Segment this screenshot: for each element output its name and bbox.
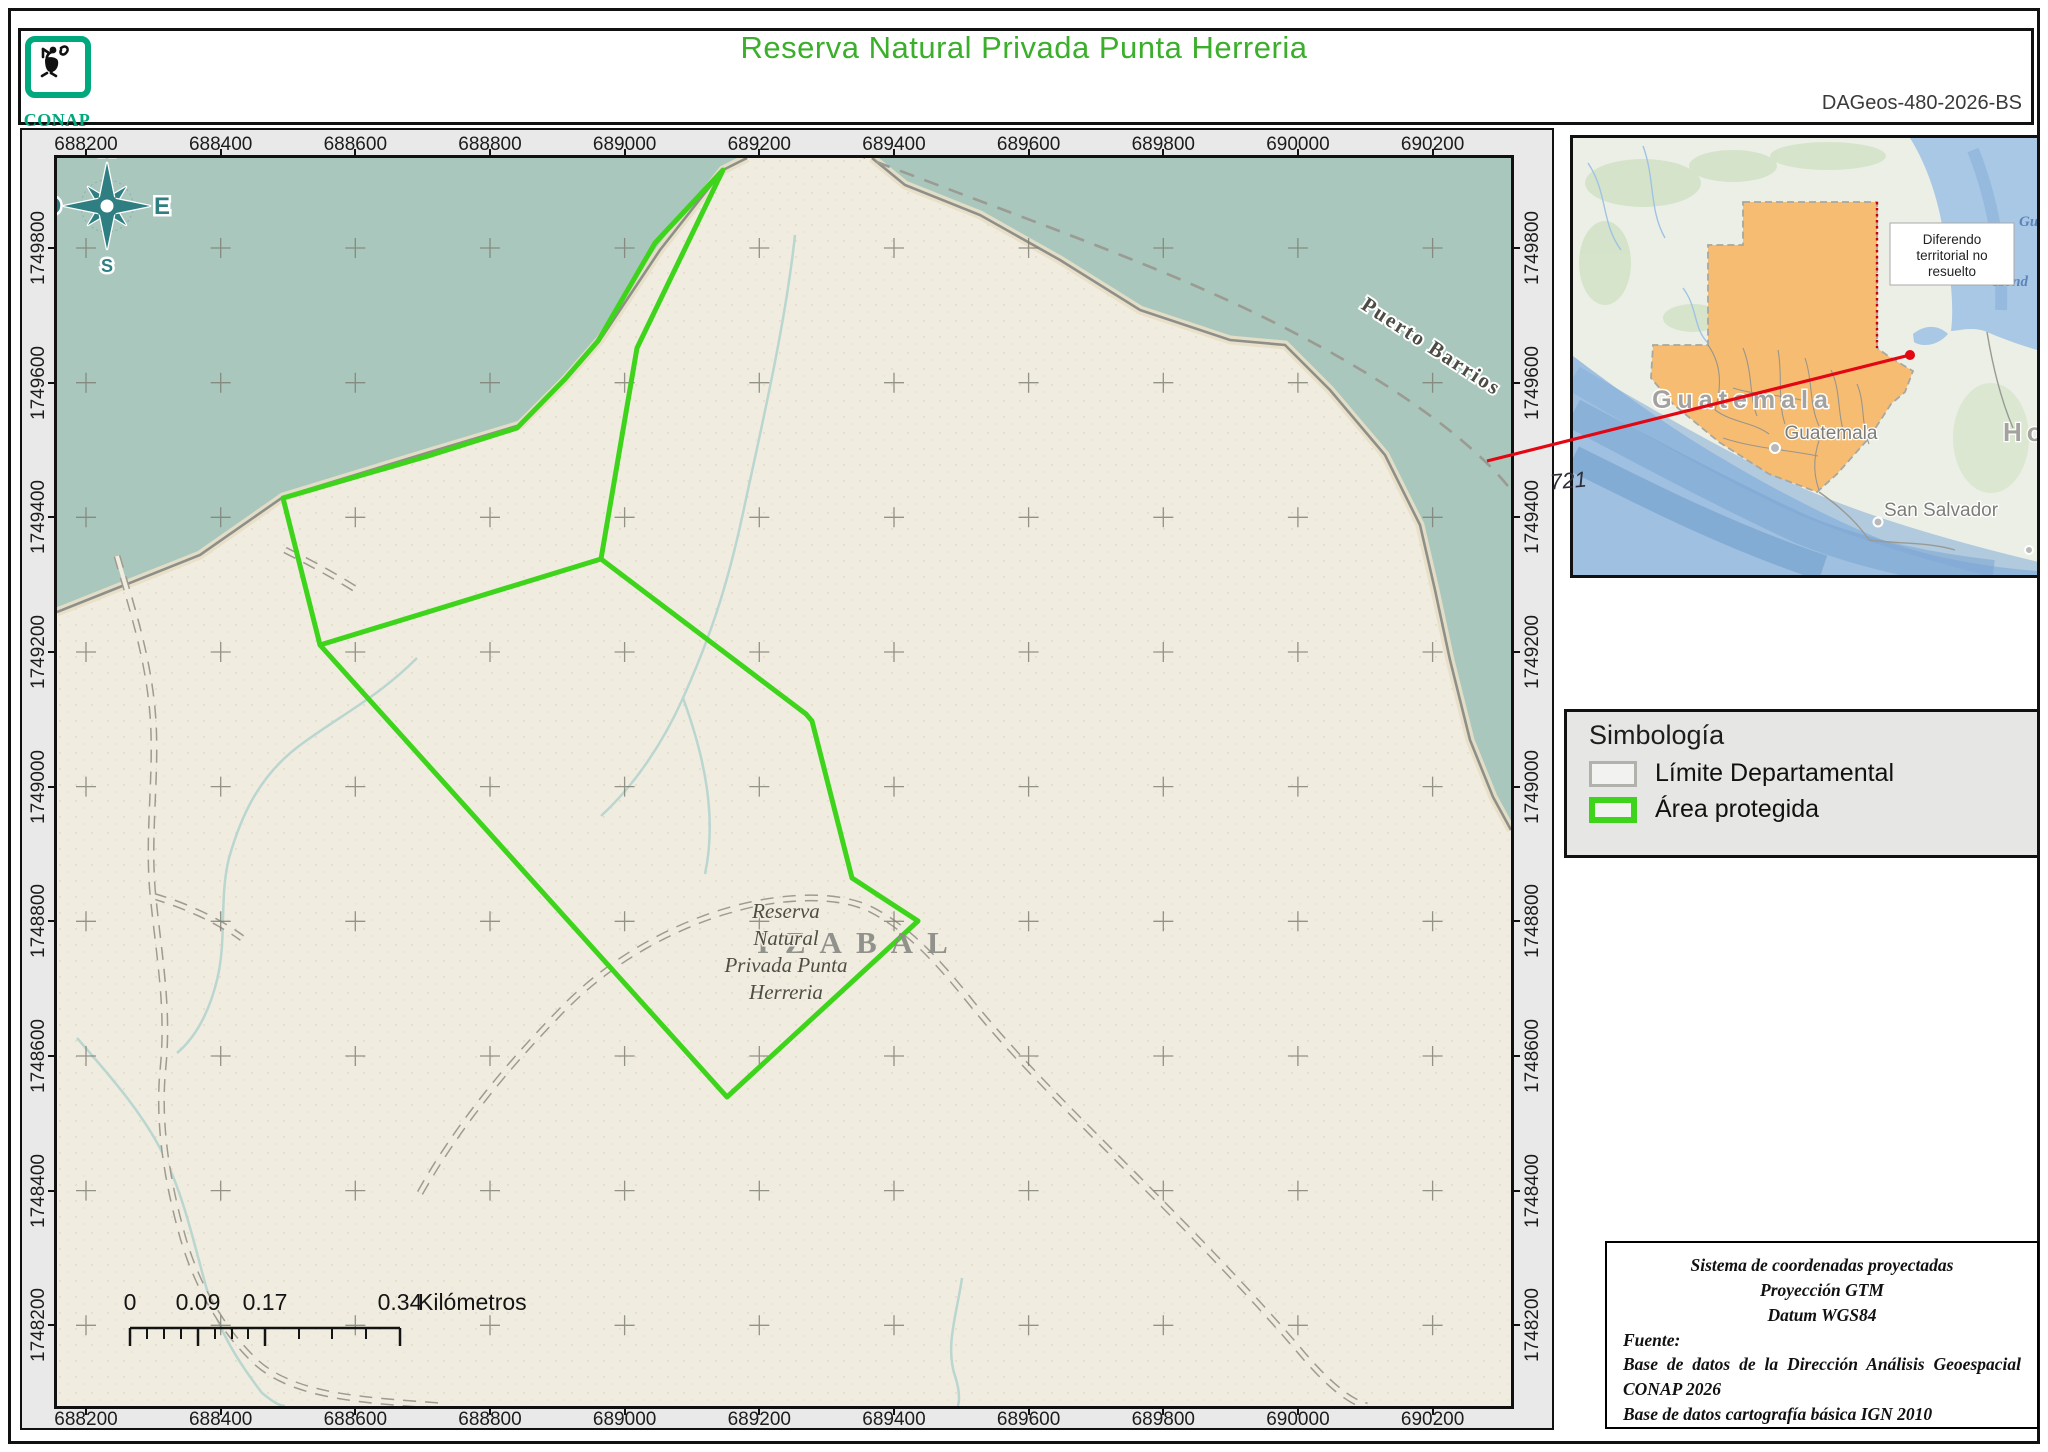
crs-line: Proyección GTM — [1623, 1278, 2021, 1303]
crs-line: Datum WGS84 — [1623, 1303, 2021, 1328]
axis-tick-label: 1748800 — [1522, 884, 1544, 958]
legend: Simbología Límite Departamental Área pro… — [1564, 709, 2040, 858]
axis-tick-label: 1749400 — [28, 480, 50, 554]
axis-tick-label: 1749000 — [28, 750, 50, 824]
legend-item-label: Área protegida — [1655, 795, 1819, 824]
axis-tick-label: 1749800 — [1522, 211, 1544, 285]
scale-034: 0.34 — [378, 1289, 423, 1315]
scale-009: 0.09 — [176, 1289, 221, 1315]
axis-tick-label: 1749400 — [1522, 480, 1544, 554]
legend-title: Simbología — [1589, 720, 2037, 751]
inset-water-label2: Gu — [2019, 214, 2037, 230]
svg-text:Natural: Natural — [752, 926, 819, 950]
compass-e: E — [154, 193, 170, 220]
route-number-label: 721 — [1549, 466, 1588, 495]
scale-0: 0 — [124, 1289, 137, 1315]
svg-text:Reserva: Reserva — [751, 899, 820, 923]
legend-item-protected: Área protegida — [1589, 795, 2037, 824]
axis-tick-label: 1748200 — [1522, 1288, 1544, 1362]
inset-country-label: Guatemala — [1652, 386, 1834, 414]
compass-s: S — [101, 256, 113, 276]
inset-honduras-label: Ho — [2003, 417, 2037, 447]
axis-tick-label: 1748400 — [28, 1154, 50, 1228]
axis-tick-label: 1748800 — [28, 884, 50, 958]
axis-tick-label: 1749200 — [28, 615, 50, 689]
scale-017: 0.17 — [243, 1289, 288, 1315]
territorial-note: Diferendo territorial no resuelto — [1890, 223, 2014, 285]
page-title: Reserva Natural Privada Punta Herreria — [0, 30, 2048, 66]
source-line: Base de datos cartografía básica IGN 201… — [1623, 1402, 2021, 1427]
inset-locator-map: Guatemala Guatemala San Salvador Ho Hond… — [1570, 135, 2040, 578]
compass-w: O — [57, 193, 61, 220]
document-id: DAGeos-480-2026-BS — [1822, 92, 2022, 115]
source-line: Base de datos de la Dirección Análisis G… — [1623, 1352, 2021, 1402]
reserve-location-dot — [1906, 351, 1915, 360]
legend-item-departmental: Límite Departamental — [1589, 759, 2037, 788]
crs-line: Sistema de coordenadas proyectadas — [1623, 1253, 2021, 1278]
axis-tick-label: 1749200 — [1522, 615, 1544, 689]
axis-tick-label: 1749000 — [1522, 750, 1544, 824]
protected-area-swatch — [1589, 797, 1637, 823]
coordinate-system-info: Sistema de coordenadas proyectadas Proye… — [1605, 1241, 2039, 1429]
axis-tick-label: 1749800 — [28, 211, 50, 285]
axis-tick-label: 1749600 — [1522, 346, 1544, 420]
legend-item-label: Límite Departamental — [1655, 759, 1894, 788]
axis-tick-label: 1748600 — [1522, 1019, 1544, 1093]
compass-n: N — [98, 158, 115, 162]
svg-text:Herreria: Herreria — [748, 980, 823, 1004]
departmental-limit-swatch — [1589, 761, 1637, 787]
svg-text:resuelto: resuelto — [1928, 264, 1976, 279]
axis-tick-label: 1749600 — [28, 346, 50, 420]
svg-text:Diferendo: Diferendo — [1923, 232, 1982, 247]
axis-tick-label: 1748400 — [1522, 1154, 1544, 1228]
axis-tick-label: 1748200 — [28, 1288, 50, 1362]
svg-text:Privada Punta: Privada Punta — [723, 953, 847, 977]
main-map: I Z A B A L Reserva Natural Privada Punt… — [54, 155, 1514, 1409]
inset-city2-label: San Salvador — [1884, 500, 1999, 521]
axis-tick-label: 1748600 — [28, 1019, 50, 1093]
map-document: CONAP Reserva Natural Privada Punta Herr… — [0, 0, 2048, 1452]
source-label: Fuente: — [1623, 1328, 2021, 1353]
scale-unit: Kilómetros — [418, 1289, 527, 1315]
svg-text:territorial no: territorial no — [1916, 248, 1987, 263]
inset-city-label: Guatemala — [1785, 423, 1878, 444]
